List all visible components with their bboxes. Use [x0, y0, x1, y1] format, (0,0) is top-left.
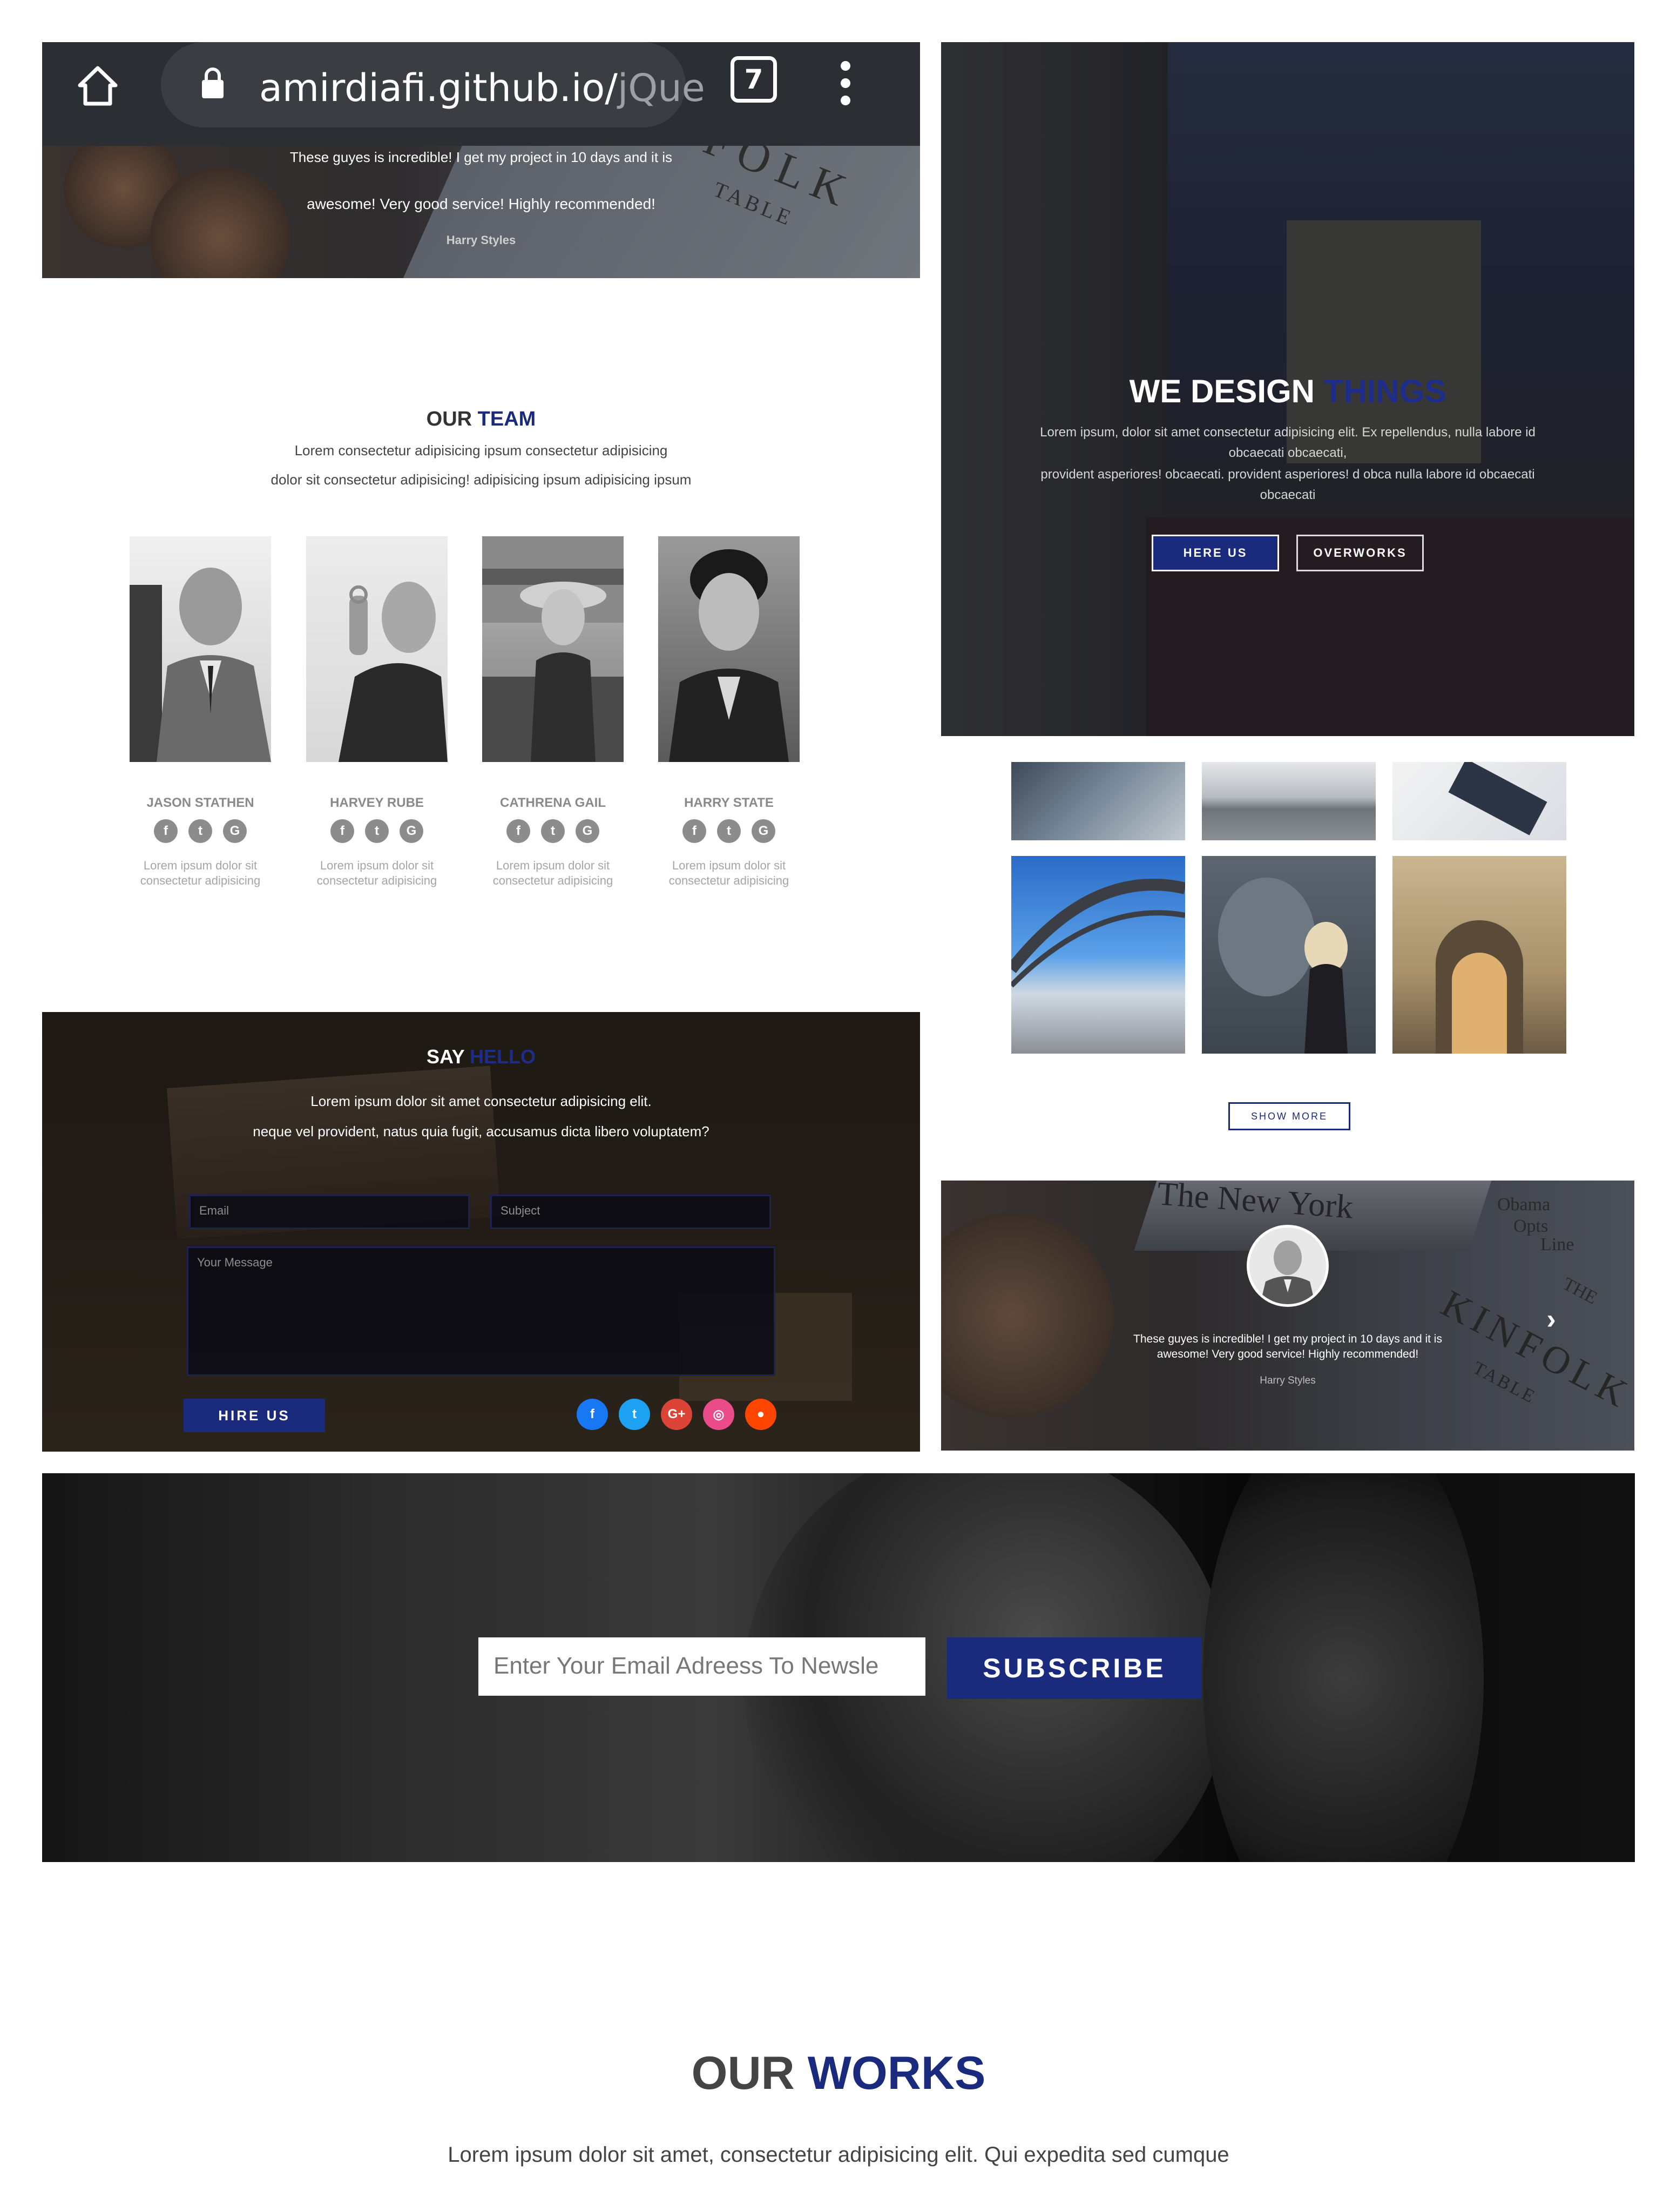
team-member-name: HARVEY RUBE — [330, 795, 424, 810]
team-member-desc: Lorem ipsum dolor sit consectetur adipis… — [668, 859, 789, 887]
facebook-icon[interactable]: f — [577, 1399, 608, 1430]
twitter-icon[interactable]: t — [541, 819, 565, 843]
hero-title-highlight: THINGS — [1323, 373, 1446, 409]
team-member-photo — [306, 536, 448, 762]
team-member-socials: ftG — [482, 819, 624, 843]
browser-toolbar: amirdiafi.github.io/jQue 7 — [42, 42, 920, 146]
twitter-icon[interactable]: t — [365, 819, 389, 843]
subject-field[interactable]: Subject — [490, 1195, 771, 1229]
tab-switcher-button[interactable]: 7 — [731, 56, 777, 103]
food-image — [941, 1213, 1114, 1418]
team-member-desc: Lorem ipsum dolor sit consectetur adipis… — [316, 859, 437, 887]
email-field[interactable]: Email — [189, 1195, 470, 1229]
testimonial-quote: These guyes is incredible! I get my proj… — [289, 149, 673, 165]
team-subtitle: dolor sit consectetur adipisicing! adipi… — [271, 471, 692, 488]
testimonial-quote: awesome! Very good service! Highly recom… — [307, 195, 655, 212]
team-title-part: OUR — [426, 408, 472, 430]
gallery-image[interactable] — [1392, 856, 1566, 1054]
team-member-desc: Lorem ipsum dolor sit consectetur adipis… — [140, 859, 261, 887]
hero-text: Lorem ipsum, dolor sit amet consectetur … — [1040, 425, 1536, 460]
lock-icon — [199, 66, 227, 100]
hero-text: provident asperiores! obcaecati. provide… — [1040, 467, 1535, 502]
overworks-button[interactable]: OVERWORKS — [1296, 535, 1424, 571]
message-field[interactable]: Your Message — [187, 1246, 775, 1376]
team-section: OUR TEAM Lorem consectetur adipisicing i… — [42, 278, 920, 912]
works-title-highlight: WORKS — [807, 2047, 986, 2099]
hero-title: WE DESIGN THINGS — [941, 373, 1634, 410]
gallery-image[interactable] — [1202, 762, 1376, 840]
team-member-name: JASON STATHEN — [146, 795, 254, 810]
home-icon[interactable] — [73, 62, 122, 110]
team-title-highlight: TEAM — [477, 408, 536, 430]
contact-section: SAY HELLO Lorem ipsum dolor sit amet con… — [42, 1012, 920, 1452]
testimonial-section: The New York Obama Opts Line THE KINFOLK… — [941, 1181, 1634, 1451]
gallery-image[interactable] — [1011, 762, 1185, 840]
facebook-icon[interactable]: f — [330, 819, 354, 843]
team-member-desc: Lorem ipsum dolor sit consectetur adipis… — [492, 859, 613, 887]
reddit-icon[interactable]: ● — [745, 1399, 776, 1430]
show-more-button[interactable]: SHOW MORE — [1228, 1102, 1350, 1130]
team-title: OUR TEAM — [42, 408, 920, 431]
here-us-button[interactable]: HERE US — [1152, 535, 1279, 571]
google-plus-icon[interactable]: G — [752, 819, 775, 843]
facebook-icon[interactable]: f — [682, 819, 706, 843]
facebook-icon[interactable]: f — [154, 819, 178, 843]
hero-section: WE DESIGN THINGS Lorem ipsum, dolor sit … — [941, 42, 1634, 736]
team-page-screenshot: FOLK TABLE These guyes is incredible! I … — [42, 42, 920, 912]
newspaper-text: Line — [1540, 1235, 1574, 1255]
facebook-icon[interactable]: f — [506, 819, 530, 843]
twitter-icon[interactable]: t — [188, 819, 212, 843]
team-member-name: HARRY STATE — [684, 795, 774, 810]
team-member-socials: ftG — [658, 819, 800, 843]
testimonial-author: Harry Styles — [1260, 1375, 1316, 1386]
testimonial-quote: These guyes is incredible! I get my proj… — [1133, 1333, 1442, 1345]
contact-text: neque vel provident, natus quia fugit, a… — [253, 1123, 709, 1139]
twitter-icon[interactable]: t — [717, 819, 741, 843]
portrait-background-image — [1203, 1473, 1484, 1862]
google-plus-icon[interactable]: G — [223, 819, 247, 843]
gallery-image[interactable] — [1202, 856, 1376, 1054]
newsletter-email-input[interactable]: Enter Your Email Adreess To Newsle — [478, 1637, 925, 1696]
avatar — [1247, 1225, 1329, 1307]
team-member-photo — [130, 536, 271, 762]
subscribe-button[interactable]: SUBSCRIBE — [947, 1637, 1202, 1699]
works-title: OUR WORKS — [42, 2047, 1635, 2100]
google-plus-icon[interactable]: G — [576, 819, 599, 843]
newspaper-text: Obama — [1497, 1195, 1551, 1215]
team-member-socials: ftG — [306, 819, 448, 843]
hire-us-button[interactable]: HIRE US — [184, 1399, 325, 1432]
newsletter-section: Enter Your Email Adreess To Newsle SUBSC… — [42, 1473, 1635, 1862]
contact-title-highlight: HELLO — [470, 1046, 536, 1068]
works-subtitle: Lorem ipsum dolor sit amet, consectetur … — [448, 2143, 1229, 2167]
testimonial-quote: awesome! Very good service! Highly recom… — [1157, 1348, 1419, 1360]
newspaper-text: Opts — [1513, 1216, 1548, 1236]
dribbble-icon[interactable]: ◎ — [703, 1399, 734, 1430]
address-bar[interactable]: amirdiafi.github.io/jQue — [161, 42, 705, 127]
google-plus-icon[interactable]: G+ — [661, 1399, 692, 1430]
more-options-icon[interactable] — [840, 57, 851, 109]
testimonial-author: Harry Styles — [446, 233, 516, 247]
team-subtitle: Lorem consectetur adipisicing ipsum cons… — [294, 442, 668, 458]
contact-title: SAY HELLO — [42, 1046, 920, 1068]
tab-count: 7 — [744, 64, 763, 95]
gallery-image[interactable] — [1011, 856, 1185, 1054]
google-plus-icon[interactable]: G — [400, 819, 423, 843]
chevron-right-icon[interactable]: › — [1540, 1305, 1562, 1334]
team-member-socials: ftG — [130, 819, 271, 843]
gallery-image[interactable] — [1392, 762, 1566, 840]
url-path: jQue — [617, 66, 705, 110]
team-member-name: CATHRENA GAIL — [500, 795, 606, 810]
twitter-icon[interactable]: t — [619, 1399, 650, 1430]
magazine-text: THE — [1559, 1273, 1601, 1309]
hero-title-part: WE DESIGN — [1129, 373, 1315, 409]
url-host: amirdiafi.github.io/ — [259, 66, 618, 110]
testimonial-banner: FOLK TABLE These guyes is incredible! I … — [42, 146, 920, 278]
contact-text: Lorem ipsum dolor sit amet consectetur a… — [310, 1093, 652, 1109]
gallery-section: SHOW MORE — [941, 736, 1634, 1172]
team-member-photo — [482, 536, 624, 762]
team-member-photo — [658, 536, 800, 762]
works-title-part: OUR — [691, 2047, 795, 2099]
contact-title-part: SAY — [426, 1046, 465, 1068]
